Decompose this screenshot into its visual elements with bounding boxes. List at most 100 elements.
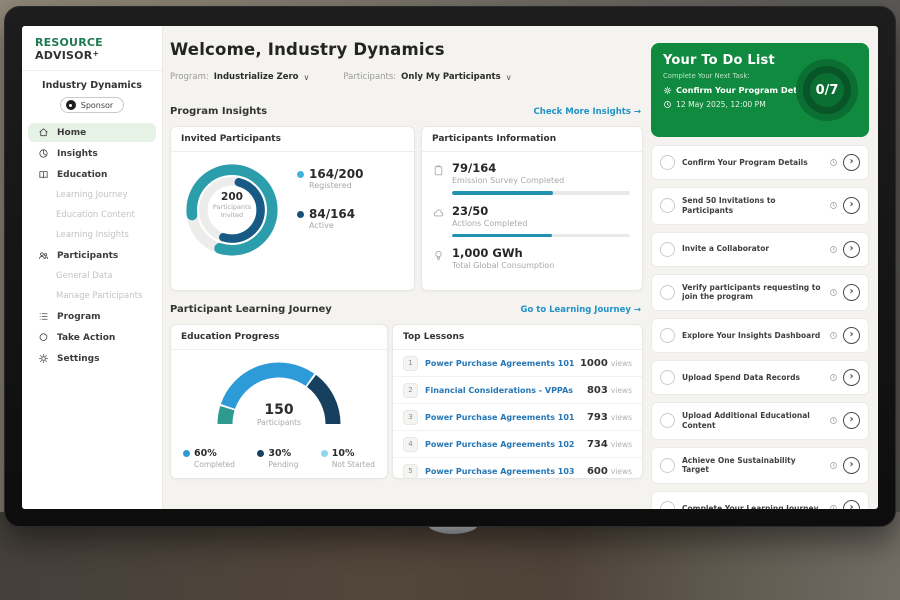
stat-emission-survey: 79/164 Emission Survey Completed bbox=[432, 161, 630, 195]
education-gauge-chart: 150 Participants bbox=[171, 350, 387, 442]
todo-progress-ring: 0/7 bbox=[796, 59, 858, 121]
task-achieve-target[interactable]: Achieve One Sustainability Target › bbox=[651, 447, 869, 485]
program-label: Program: bbox=[170, 72, 209, 82]
lesson-row[interactable]: 2 Financial Considerations - VPPAs 803 v… bbox=[393, 377, 642, 404]
sidebar-item-home[interactable]: Home bbox=[28, 123, 156, 142]
task-checkbox[interactable] bbox=[660, 501, 675, 509]
participants-value: Only My Participants bbox=[401, 72, 501, 82]
task-invite-collaborator[interactable]: Invite a Collaborator › bbox=[651, 232, 869, 267]
todo-header: Your To Do List Complete Your Next Task:… bbox=[651, 43, 869, 137]
dashboard-screen: RESOURCE ADVISOR+ Industry Dynamics Spon… bbox=[22, 26, 878, 509]
rank-badge: 3 bbox=[403, 410, 418, 425]
lesson-link[interactable]: Power Purchase Agreements 101 bbox=[425, 359, 580, 368]
chevron-right-icon[interactable]: › bbox=[843, 197, 860, 214]
go-to-learning-journey-link[interactable]: Go to Learning Journey → bbox=[520, 305, 641, 315]
chevron-right-icon[interactable]: › bbox=[843, 412, 860, 429]
task-checkbox[interactable] bbox=[660, 370, 675, 385]
participants-dropdown[interactable]: Participants: Only My Participants ∨ bbox=[343, 72, 511, 82]
sponsor-badge[interactable]: Sponsor bbox=[60, 97, 124, 113]
task-checkbox[interactable] bbox=[660, 198, 675, 213]
rank-badge: 4 bbox=[403, 437, 418, 452]
lesson-link[interactable]: Financial Considerations - VPPAs bbox=[425, 386, 587, 395]
lesson-link[interactable]: Power Purchase Agreements 101 bbox=[425, 413, 587, 422]
chevron-right-icon[interactable]: › bbox=[843, 284, 860, 301]
rank-badge: 2 bbox=[403, 383, 418, 398]
program-dropdown[interactable]: Program: Industrialize Zero ∨ bbox=[170, 72, 309, 82]
task-checkbox[interactable] bbox=[660, 458, 675, 473]
clock-icon bbox=[829, 201, 838, 210]
sidebar-item-manage-participants[interactable]: Manage Participants bbox=[28, 287, 156, 305]
sidebar-item-take-action[interactable]: Take Action bbox=[28, 328, 156, 347]
people-icon bbox=[38, 250, 49, 261]
clock-icon bbox=[829, 504, 838, 509]
chevron-right-icon[interactable]: › bbox=[843, 327, 860, 344]
lesson-link[interactable]: Power Purchase Agreements 102 bbox=[425, 440, 587, 449]
legend-completed: 60% Completed bbox=[183, 448, 235, 469]
progress-bar bbox=[452, 234, 630, 238]
todo-progress-value: 0/7 bbox=[816, 83, 839, 98]
lesson-row[interactable]: 1 Power Purchase Agreements 101 1000 vie… bbox=[393, 350, 642, 377]
chevron-right-icon[interactable]: › bbox=[843, 500, 860, 509]
logo-advisor: ADVISOR bbox=[35, 49, 92, 62]
sidebar-item-label: Home bbox=[57, 128, 86, 138]
task-explore-insights[interactable]: Explore Your Insights Dashboard › bbox=[651, 318, 869, 353]
sidebar-item-program[interactable]: Program bbox=[28, 307, 156, 326]
sidebar-item-education[interactable]: Education bbox=[28, 165, 156, 184]
donut-center-text: 200 Participants Invited bbox=[206, 191, 258, 220]
task-checkbox[interactable] bbox=[660, 413, 675, 428]
todo-task-list: Confirm Your Program Details › Send 50 I… bbox=[651, 145, 869, 509]
task-checkbox[interactable] bbox=[660, 285, 675, 300]
sidebar-item-label: Settings bbox=[57, 354, 99, 364]
sponsor-badge-icon bbox=[66, 100, 76, 110]
chevron-right-icon[interactable]: › bbox=[843, 457, 860, 474]
task-complete-learning-journey[interactable]: Complete Your Learning Journey › bbox=[651, 491, 869, 509]
lesson-row[interactable]: 5 Power Purchase Agreements 103 600 view… bbox=[393, 458, 642, 484]
chevron-right-icon[interactable]: › bbox=[843, 154, 860, 171]
task-checkbox[interactable] bbox=[660, 242, 675, 257]
section-title: Participant Learning Journey bbox=[170, 304, 332, 315]
task-checkbox[interactable] bbox=[660, 155, 675, 170]
sidebar-item-insights[interactable]: Insights bbox=[28, 144, 156, 163]
task-verify-participants[interactable]: Verify participants requesting to join t… bbox=[651, 274, 869, 312]
arrow-right-icon: → bbox=[634, 107, 641, 117]
sidebar-menu: Home Insights Education Learning Journey… bbox=[22, 123, 162, 368]
task-checkbox[interactable] bbox=[660, 328, 675, 343]
chevron-right-icon[interactable]: › bbox=[843, 369, 860, 386]
legend-active: 84/164 Active bbox=[297, 207, 363, 230]
stat-global-consumption: 1,000 GWh Total Global Consumption bbox=[432, 246, 630, 270]
sidebar-item-learning-insights[interactable]: Learning Insights bbox=[28, 226, 156, 244]
sponsor-label: Sponsor bbox=[81, 101, 113, 110]
logo-resource: RESOURCE bbox=[35, 36, 103, 49]
progress-bar bbox=[452, 191, 630, 195]
task-send-invitations[interactable]: Send 50 Invitations to Participants › bbox=[651, 187, 869, 225]
lesson-row[interactable]: 3 Power Purchase Agreements 101 793 view… bbox=[393, 404, 642, 431]
task-upload-educational-content[interactable]: Upload Additional Educational Content › bbox=[651, 402, 869, 440]
stat-bar-fill bbox=[452, 191, 553, 195]
sidebar-item-education-content[interactable]: Education Content bbox=[28, 206, 156, 224]
lesson-row[interactable]: 4 Power Purchase Agreements 102 734 view… bbox=[393, 431, 642, 458]
app-logo: RESOURCE ADVISOR+ bbox=[22, 26, 162, 71]
sidebar-item-general-data[interactable]: General Data bbox=[28, 267, 156, 285]
clock-icon bbox=[829, 331, 838, 340]
legend-registered: 164/200 Registered bbox=[297, 167, 363, 190]
task-confirm-program[interactable]: Confirm Your Program Details › bbox=[651, 145, 869, 180]
sidebar-item-label: Program bbox=[57, 312, 101, 322]
learning-journey-header: Participant Learning Journey Go to Learn… bbox=[170, 304, 641, 315]
list-icon bbox=[38, 311, 49, 322]
sidebar-item-label: Education bbox=[57, 170, 107, 180]
task-upload-spend-data[interactable]: Upload Spend Data Records › bbox=[651, 360, 869, 395]
take-action-icon bbox=[38, 332, 49, 343]
education-progress-card: Education Progress 150 Participants 60% … bbox=[170, 324, 388, 479]
sidebar-item-participants[interactable]: Participants bbox=[28, 246, 156, 265]
legend-not-started: 10% Not Started bbox=[321, 448, 375, 469]
clock-icon bbox=[663, 100, 672, 109]
todo-panel: Your To Do List Complete Your Next Task:… bbox=[651, 43, 869, 509]
sidebar-item-settings[interactable]: Settings bbox=[28, 349, 156, 368]
top-lessons-card: Top Lessons 1 Power Purchase Agreements … bbox=[392, 324, 643, 479]
card-title: Top Lessons bbox=[393, 325, 642, 350]
check-more-insights-link[interactable]: Check More Insights → bbox=[534, 107, 641, 117]
monitor-bezel: RESOURCE ADVISOR+ Industry Dynamics Spon… bbox=[4, 6, 896, 527]
sidebar-item-learning-journey[interactable]: Learning Journey bbox=[28, 186, 156, 204]
lesson-link[interactable]: Power Purchase Agreements 103 bbox=[425, 467, 587, 476]
chevron-right-icon[interactable]: › bbox=[843, 241, 860, 258]
